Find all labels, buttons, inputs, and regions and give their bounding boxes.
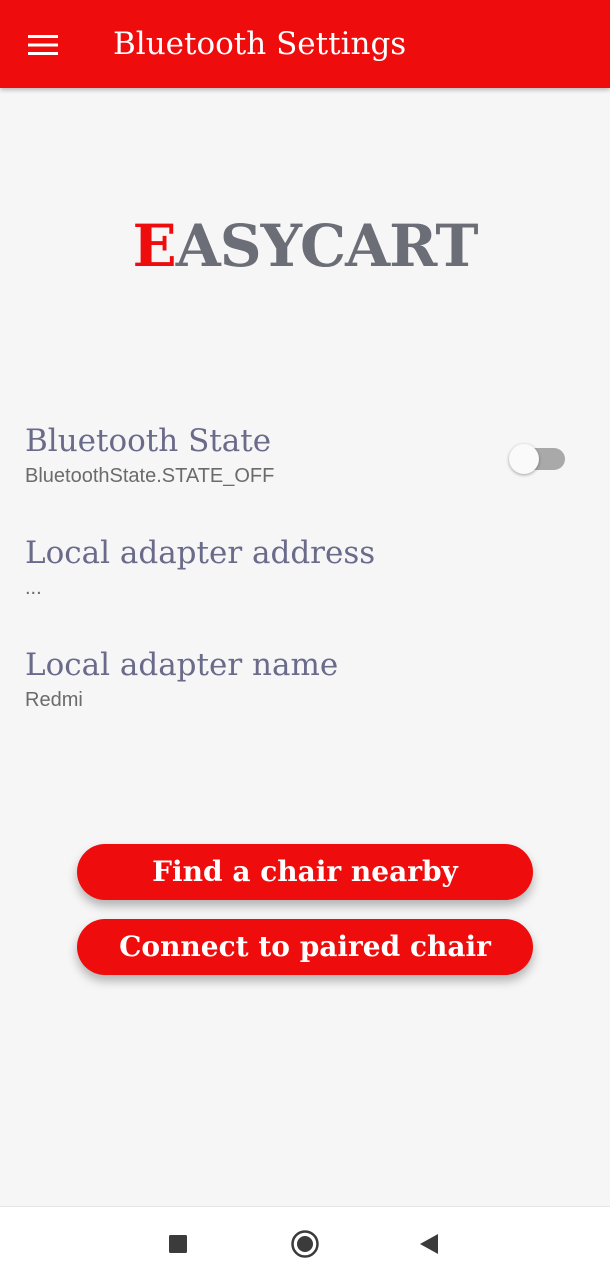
hamburger-menu-icon: [28, 35, 58, 55]
home-button[interactable]: [275, 1207, 335, 1280]
square-recents-icon: [169, 1235, 187, 1253]
logo-first-letter: E: [132, 212, 177, 280]
page-title: Bluetooth Settings: [113, 26, 407, 62]
recents-button[interactable]: [148, 1207, 208, 1280]
menu-button[interactable]: [14, 16, 72, 74]
local-adapter-address-setting: Local adapter address ...: [25, 533, 485, 601]
bluetooth-state-title: Bluetooth State: [25, 423, 272, 459]
back-button[interactable]: [399, 1207, 459, 1280]
circle-home-icon: [291, 1230, 319, 1258]
system-nav-bar: [0, 1206, 610, 1280]
toggle-thumb: [509, 444, 539, 474]
local-adapter-name-title: Local adapter name: [25, 647, 339, 683]
app-bar: Bluetooth Settings: [0, 0, 610, 88]
easycart-logo: EASYCART: [0, 208, 610, 284]
bluetooth-toggle[interactable]: [507, 444, 567, 474]
bluetooth-state-value: BluetoothState.STATE_OFF: [25, 465, 275, 487]
local-adapter-name-value: Redmi: [25, 689, 83, 711]
logo-rest: ASYCART: [175, 212, 479, 280]
local-adapter-name-setting: Local adapter name Redmi: [25, 645, 485, 713]
triangle-back-icon: [420, 1234, 438, 1254]
local-adapter-address-value: ...: [25, 577, 42, 599]
find-chair-button[interactable]: Find a chair nearby: [77, 844, 533, 900]
local-adapter-address-title: Local adapter address: [25, 535, 376, 571]
bluetooth-state-setting: Bluetooth State BluetoothState.STATE_OFF: [25, 421, 485, 489]
connect-paired-chair-button[interactable]: Connect to paired chair: [77, 919, 533, 975]
